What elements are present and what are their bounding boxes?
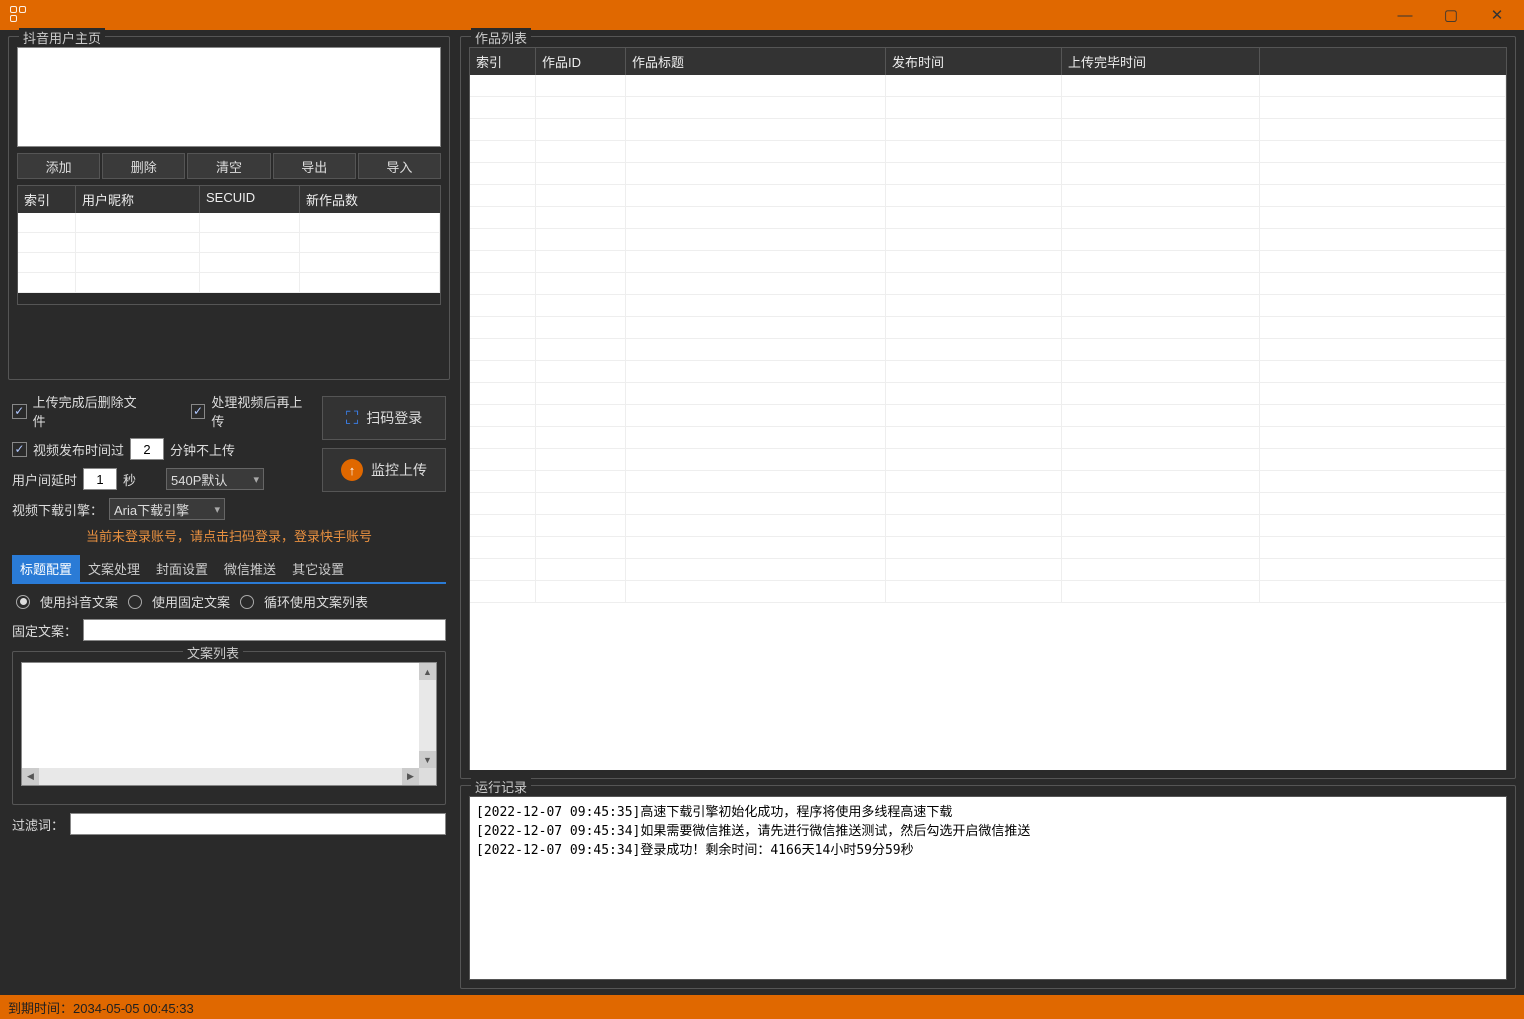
text-list[interactable]: ▲ ▼ ◀ ▶ [21,662,437,786]
publish-time-suffix: 分钟不上传 [170,440,235,459]
group-log: 运行记录 [2022-12-07 09:45:35]高速下载引擎初始化成功，程序… [460,785,1516,989]
group-user-title: 抖音用户主页 [19,28,105,47]
tab-other-setting[interactable]: 其它设置 [284,555,352,582]
th-nickname[interactable]: 用户昵称 [76,186,200,213]
th-works-publish[interactable]: 发布时间 [886,48,1062,75]
add-button[interactable]: 添加 [17,153,100,179]
titlebar-left [4,6,28,24]
text-list-title: 文案列表 [183,643,243,662]
tab-wechat-push[interactable]: 微信推送 [216,555,284,582]
group-text-list: 文案列表 ▲ ▼ ◀ ▶ [12,651,446,805]
chk-process-then-upload[interactable]: ✓ [191,404,206,419]
monitor-upload-button[interactable]: ↑ 监控上传 [322,448,446,492]
scroll-down-icon[interactable]: ▼ [419,751,436,768]
text-list-vscroll[interactable]: ▲ ▼ [419,663,436,768]
chk-publish-time[interactable]: ✓ [12,442,27,457]
th-works-title[interactable]: 作品标题 [626,48,886,75]
filter-label: 过滤词： [12,815,64,834]
upload-icon: ↑ [341,459,363,481]
scan-icon: ⛶ [346,408,359,429]
filter-input[interactable] [70,813,446,835]
login-warning: 当前未登录账号，请点击扫码登录，登录快手账号 [12,520,446,555]
close-button[interactable]: ✕ [1474,0,1520,30]
th-secuid[interactable]: SECUID [200,186,300,213]
status-bar: 到期时间：2034-05-05 00:45:33 [0,995,1524,1019]
radio-use-douyin-label: 使用抖音文案 [40,592,118,611]
group-works-list: 作品列表 索引 作品ID 作品标题 发布时间 上传完毕时间 [460,36,1516,779]
th-works-index[interactable]: 索引 [470,48,536,75]
log-line: [2022-12-07 09:45:35]高速下载引擎初始化成功，程序将使用多线… [476,801,1500,820]
engine-label: 视频下载引擎： [12,500,103,519]
th-works-id[interactable]: 作品ID [536,48,626,75]
chk-process-then-upload-label: 处理视频后再上传 [211,392,312,430]
chk-publish-time-label: 视频发布时间过 [33,440,124,459]
group-user-home: 抖音用户主页 添加 删除 清空 导出 导入 索引 用户昵称 SECUID 新作品… [8,36,450,380]
status-text: 到期时间：2034-05-05 00:45:33 [8,998,194,1017]
radio-use-fixed[interactable] [128,595,142,609]
fixed-text-label: 固定文案： [12,621,77,640]
user-url-textarea[interactable] [17,47,441,147]
th-index[interactable]: 索引 [18,186,76,213]
tab-text-process[interactable]: 文案处理 [80,555,148,582]
monitor-upload-label: 监控上传 [371,460,427,480]
works-table[interactable]: 索引 作品ID 作品标题 发布时间 上传完毕时间 [469,47,1507,770]
scroll-up-icon[interactable]: ▲ [419,663,436,680]
radio-use-douyin[interactable] [16,595,30,609]
th-works-done[interactable]: 上传完毕时间 [1062,48,1260,75]
app-logo-icon [10,6,28,24]
export-button[interactable]: 导出 [273,153,356,179]
scan-login-label: 扫码登录 [366,408,422,428]
scroll-left-icon[interactable]: ◀ [22,768,39,785]
tab-title-config[interactable]: 标题配置 [12,555,80,582]
radio-use-loop[interactable] [240,595,254,609]
log-textarea[interactable]: [2022-12-07 09:45:35]高速下载引擎初始化成功，程序将使用多线… [469,796,1507,980]
resolution-select[interactable]: 540P默认 [166,468,264,490]
publish-time-input[interactable] [130,438,164,460]
th-newworks[interactable]: 新作品数 [300,186,440,213]
chk-delete-after-upload-label: 上传完成后删除文件 [33,392,146,430]
log-line: [2022-12-07 09:45:34]登录成功！剩余时间：4166天14小时… [476,839,1500,858]
title-bar: — ▢ ✕ [0,0,1524,30]
log-title: 运行记录 [471,777,531,796]
chk-delete-after-upload[interactable]: ✓ [12,404,27,419]
user-table[interactable]: 索引 用户昵称 SECUID 新作品数 [17,185,441,305]
settings-block: ✓ 上传完成后删除文件 ✓ 处理视频后再上传 ✓ 视频发布时间过 分钟不上传 用… [8,386,450,849]
engine-select[interactable]: Aria下载引擎 [109,498,225,520]
clear-button[interactable]: 清空 [187,153,270,179]
titlebar-right: — ▢ ✕ [1382,0,1520,30]
config-tabs: 标题配置 文案处理 封面设置 微信推送 其它设置 [12,555,446,584]
minimize-button[interactable]: — [1382,0,1428,30]
delete-button[interactable]: 删除 [102,153,185,179]
works-list-title: 作品列表 [471,28,531,47]
user-delay-label: 用户间延时 [12,470,77,489]
import-button[interactable]: 导入 [358,153,441,179]
user-delay-input[interactable] [83,468,117,490]
log-line: [2022-12-07 09:45:34]如果需要微信推送，请先进行微信推送测试… [476,820,1500,839]
fixed-text-input[interactable] [83,619,446,641]
maximize-button[interactable]: ▢ [1428,0,1474,30]
tab-cover-setting[interactable]: 封面设置 [148,555,216,582]
scan-login-button[interactable]: ⛶ 扫码登录 [322,396,446,440]
scroll-right-icon[interactable]: ▶ [402,768,419,785]
text-list-hscroll[interactable]: ◀ ▶ [22,768,419,785]
radio-use-loop-label: 循环使用文案列表 [264,592,368,611]
user-delay-suffix: 秒 [123,470,136,489]
radio-use-fixed-label: 使用固定文案 [152,592,230,611]
